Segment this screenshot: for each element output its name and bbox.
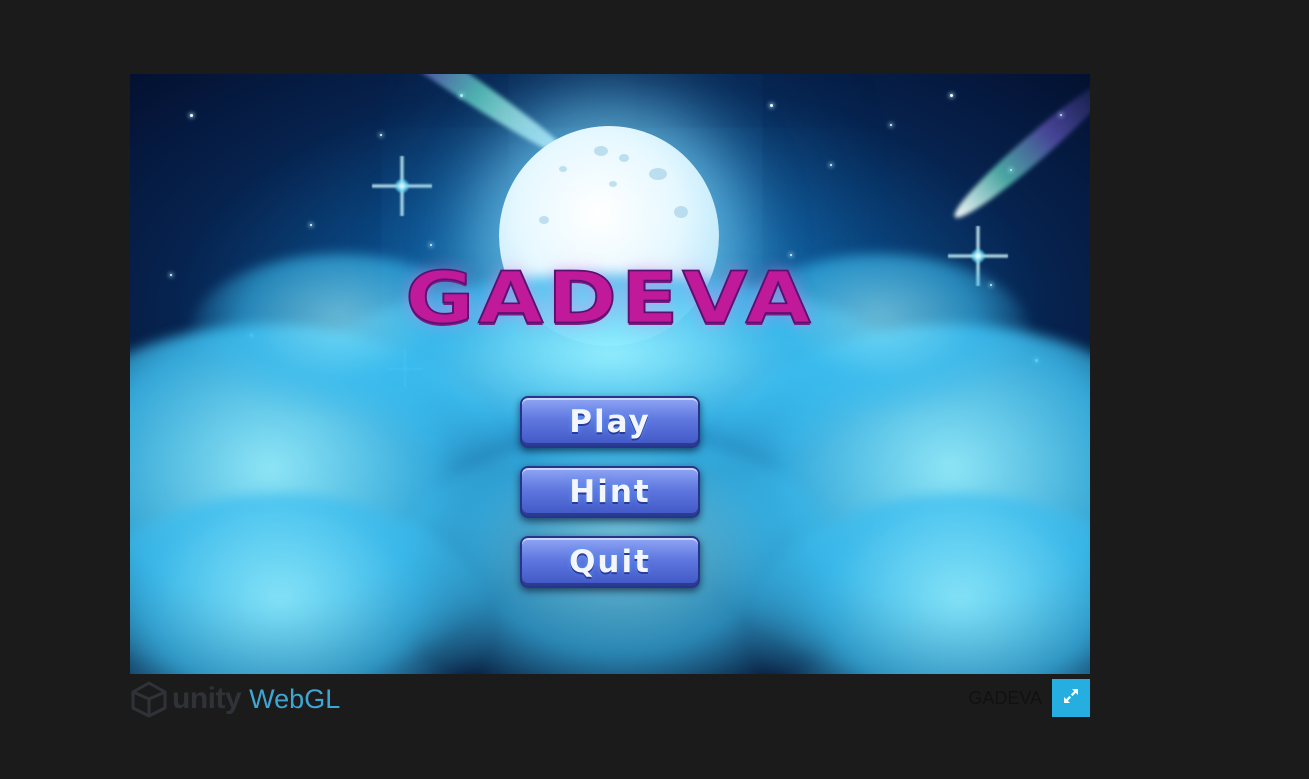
play-button[interactable]: Play bbox=[520, 396, 700, 448]
hint-button[interactable]: Hint bbox=[520, 466, 700, 518]
webgl-player-page: GADEVA Play Hint Quit unity WebGL GADEVA bbox=[0, 0, 1309, 779]
webgl-wordmark: WebGL bbox=[249, 683, 341, 714]
fullscreen-icon bbox=[1062, 687, 1080, 710]
game-title-logo: GADEVA bbox=[404, 256, 815, 341]
unity-wordmark: unity bbox=[172, 682, 242, 715]
unity-webgl-logo: unity WebGL bbox=[130, 680, 340, 718]
quit-button[interactable]: Quit bbox=[520, 536, 700, 588]
game-canvas[interactable]: GADEVA Play Hint Quit bbox=[130, 74, 1090, 674]
build-title: GADEVA bbox=[968, 688, 1042, 708]
unity-cube-icon bbox=[130, 680, 168, 718]
webgl-footer: unity WebGL GADEVA bbox=[130, 678, 1090, 718]
fullscreen-button[interactable] bbox=[1052, 679, 1090, 717]
